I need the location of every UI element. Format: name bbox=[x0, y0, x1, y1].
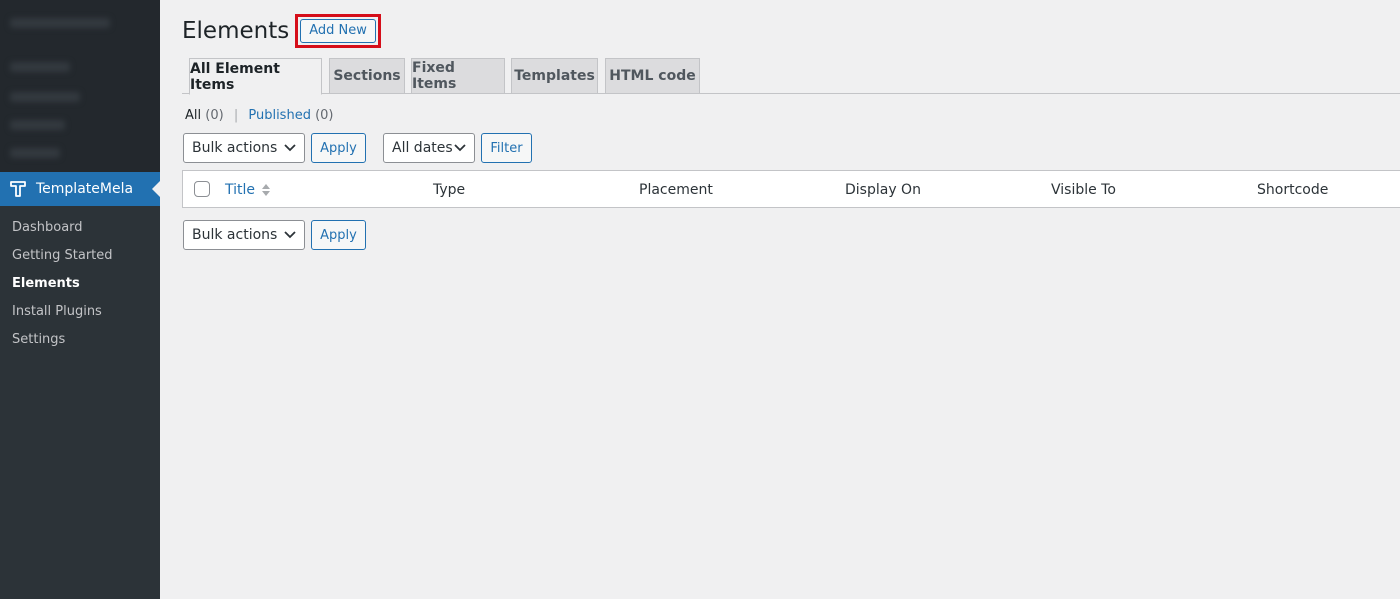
column-title[interactable]: Title bbox=[225, 171, 271, 209]
column-placement: Placement bbox=[639, 182, 713, 198]
sort-icon[interactable] bbox=[261, 182, 271, 198]
blurred-menu-area bbox=[0, 0, 160, 172]
apply-button-bottom[interactable]: Apply bbox=[311, 220, 366, 250]
sidebar-item-dashboard[interactable]: Dashboard bbox=[0, 214, 160, 242]
bulk-actions-select-top[interactable]: Bulk actions bbox=[183, 133, 305, 163]
tab-all-element-items[interactable]: All Element Items bbox=[189, 58, 322, 95]
add-new-button[interactable]: Add New bbox=[300, 19, 376, 43]
sidebar-item-settings[interactable]: Settings bbox=[0, 326, 160, 354]
chevron-down-icon bbox=[284, 229, 296, 241]
view-all-link[interactable]: All bbox=[185, 108, 201, 123]
filter-button[interactable]: Filter bbox=[481, 133, 532, 163]
column-type: Type bbox=[433, 182, 466, 198]
view-all-count: (0) bbox=[205, 108, 224, 123]
sidebar-item-elements[interactable]: Elements bbox=[0, 270, 160, 298]
sidebar-item-templatemela[interactable]: TemplateMela bbox=[0, 172, 160, 206]
column-visible-to: Visible To bbox=[1051, 182, 1116, 198]
date-filter-value: All dates bbox=[392, 140, 453, 156]
tab-html-code[interactable]: HTML code bbox=[605, 58, 700, 94]
view-published-link[interactable]: Published bbox=[248, 108, 311, 123]
bulk-actions-value: Bulk actions bbox=[192, 227, 278, 243]
page-title: Elements bbox=[182, 18, 290, 44]
current-menu-arrow bbox=[152, 181, 160, 197]
main-content: Elements Add New All Element Items Secti… bbox=[160, 0, 1400, 599]
select-all-checkbox[interactable] bbox=[194, 181, 210, 197]
chevron-down-icon bbox=[454, 142, 466, 154]
title-row: Elements Add New bbox=[182, 14, 381, 48]
tab-fixed-items[interactable]: Fixed Items bbox=[411, 58, 505, 94]
column-shortcode: Shortcode bbox=[1257, 182, 1329, 198]
tab-templates[interactable]: Templates bbox=[511, 58, 598, 94]
sidebar-plugin-label: TemplateMela bbox=[36, 181, 134, 197]
view-filters: All (0) | Published (0) bbox=[185, 108, 334, 123]
bulk-actions-select-bottom[interactable]: Bulk actions bbox=[183, 220, 305, 250]
tab-bar: All Element Items Sections Fixed Items T… bbox=[182, 58, 1400, 95]
plugin-submenu: Dashboard Getting Started Elements Insta… bbox=[0, 206, 160, 599]
tab-sections[interactable]: Sections bbox=[329, 58, 405, 94]
bulk-actions-value: Bulk actions bbox=[192, 140, 278, 156]
column-display-on: Display On bbox=[845, 182, 921, 198]
add-new-highlight-box: Add New bbox=[295, 14, 381, 48]
view-published-count: (0) bbox=[315, 108, 334, 123]
chevron-down-icon bbox=[284, 142, 296, 154]
date-filter-select[interactable]: All dates bbox=[383, 133, 475, 163]
sidebar-item-getting-started[interactable]: Getting Started bbox=[0, 242, 160, 270]
sidebar-item-install-plugins[interactable]: Install Plugins bbox=[0, 298, 160, 326]
admin-sidebar: TemplateMela Dashboard Getting Started E… bbox=[0, 0, 160, 599]
column-title-label[interactable]: Title bbox=[225, 182, 255, 198]
apply-button-top[interactable]: Apply bbox=[311, 133, 366, 163]
elements-table: Title Type Placement Display On Visible … bbox=[182, 170, 1400, 208]
templatemela-logo-icon bbox=[8, 179, 28, 199]
view-separator: | bbox=[233, 108, 239, 123]
